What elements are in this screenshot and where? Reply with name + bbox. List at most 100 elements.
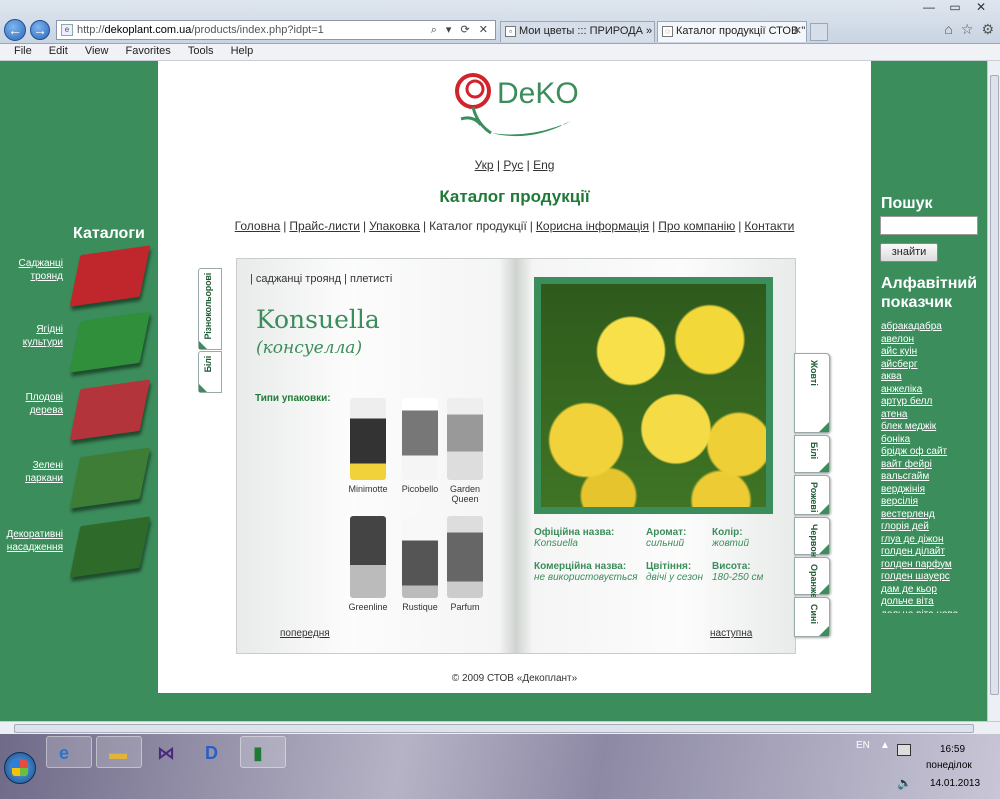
taskbar-app-5[interactable]: ▮ [240,736,286,768]
alphabet-item[interactable]: аква [881,371,981,384]
catalog-berries[interactable]: Ягідні культури [0,311,151,383]
book-tab-yellow[interactable]: Жовті [794,353,830,433]
clock-day[interactable]: понеділок [926,760,972,771]
menu-file[interactable]: File [14,44,32,59]
alphabet-item[interactable]: боніка [881,434,981,447]
catalog-label[interactable]: Декоративні насадження [6,528,63,554]
scroll-thumb[interactable] [990,75,999,695]
alphabet-item[interactable]: голден парфум [881,559,981,572]
menu-help[interactable]: Help [231,44,254,59]
scroll-thumb[interactable] [14,724,974,733]
catalog-green-fences[interactable]: Зелені паркани [0,447,151,519]
alphabet-item[interactable]: голден шауерс [881,571,981,584]
alphabet-item[interactable]: глуа де діжон [881,534,981,547]
taskbar-app-3[interactable]: ⋈ [144,736,190,768]
alphabet-item[interactable]: дам де кьор [881,584,981,597]
package-image[interactable] [350,398,386,480]
lang-rus-link[interactable]: Рус [503,158,523,172]
menu-favorites[interactable]: Favorites [126,44,171,59]
alphabet-item[interactable]: атена [881,409,981,422]
alphabet-item[interactable]: блек меджік [881,421,981,434]
book-tab-multicolor[interactable]: Різнокольорові [198,268,222,350]
alphabet-item[interactable]: артур белл [881,396,981,409]
settings-gear-icon[interactable]: ⚙ [981,21,994,37]
plant-photo[interactable] [541,284,766,507]
nav-packaging[interactable]: Упаковка [369,219,420,233]
clock-time[interactable]: 16:59 [940,744,965,755]
tray-expand-icon[interactable]: ▲ [880,740,890,751]
minimize-icon[interactable]: — [916,0,942,14]
book-breadcrumb[interactable]: | саджанці троянд | плетисті [250,273,392,285]
menu-view[interactable]: View [85,44,109,59]
catalog-fruit-trees[interactable]: Плодові дерева [0,379,151,451]
alphabet-item[interactable]: дольче віта нова [881,609,981,614]
clock-date[interactable]: 14.01.2013 [930,778,980,789]
alphabet-item[interactable]: айсберг [881,359,981,372]
alphabet-item[interactable]: анжеліка [881,384,981,397]
nav-home[interactable]: Головна [235,219,281,233]
pack-greenline[interactable]: Greenline [343,516,393,612]
nav-about[interactable]: Про компанію [658,219,735,233]
nav-prices[interactable]: Прайс-листи [289,219,360,233]
book-tab-white[interactable]: Білі [794,435,830,473]
network-icon[interactable] [897,744,911,756]
nav-info[interactable]: Корисна інформація [536,219,649,233]
alphabet-item[interactable]: версілія [881,496,981,509]
catalog-label[interactable]: Ягідні культури [23,323,63,349]
pack-minimotte[interactable]: Minimotte [343,398,393,494]
address-tools[interactable]: ⌕ ▾ ⟳ ✕ [431,21,491,39]
search-button[interactable]: знайти [880,243,938,262]
alphabet-item[interactable]: вальсгайм [881,471,981,484]
search-input[interactable] [880,216,978,235]
package-image[interactable] [350,516,386,598]
catalog-label[interactable]: Плодові дерева [26,391,63,417]
taskbar-ie[interactable]: e [46,736,92,768]
catalog-label[interactable]: Саджанці троянд [19,257,63,283]
horizontal-scrollbar[interactable] [0,721,1000,734]
alphabet-item[interactable]: авелон [881,334,981,347]
catalog-book-icon[interactable] [69,379,151,441]
package-image[interactable] [402,516,438,598]
package-image[interactable] [447,516,483,598]
pack-rustique[interactable]: Rustique [395,516,445,612]
browser-tab-2[interactable]: ◌ Каталог продукції СТОВ "... ✕ [657,21,807,42]
alphabet-item[interactable]: верджінія [881,484,981,497]
prev-page-link[interactable]: попередня [280,628,330,639]
book-tab-orange[interactable]: Оранжеві [794,557,830,606]
alphabet-item[interactable]: голден ділайт [881,546,981,559]
alphabet-item[interactable]: дольче віта [881,596,981,609]
favorites-star-icon[interactable]: ☆ [961,21,974,37]
package-image[interactable] [447,398,483,480]
package-image[interactable] [402,398,438,480]
book-tab-blue[interactable]: Сині [794,597,830,637]
catalog-decorative[interactable]: Декоративні насадження [0,516,151,588]
pack-picobello[interactable]: Picobello [395,398,445,494]
alphabet-item[interactable]: вайт фейрі [881,459,981,472]
alphabet-item[interactable]: айс куін [881,346,981,359]
address-bar[interactable]: e http://dekoplant.com.ua/products/index… [56,20,496,40]
alphabet-item[interactable]: абракадабра [881,321,981,334]
close-tab-icon[interactable]: ✕ [793,22,802,41]
menu-tools[interactable]: Tools [188,44,214,59]
alphabet-item[interactable]: глорія дей [881,521,981,534]
taskbar-explorer[interactable]: ▬ [96,736,142,768]
browser-tab-1[interactable]: ▫ Мои цветы ::: ПРИРОДА » Цв... [500,21,655,42]
maximize-icon[interactable]: ▭ [942,0,968,14]
alphabet-item[interactable]: вестерленд [881,509,981,522]
back-button[interactable]: ← [4,19,26,41]
catalog-label[interactable]: Зелені паркани [25,459,63,485]
start-button[interactable] [4,752,36,784]
lang-ukr-link[interactable]: Укр [475,158,494,172]
catalog-roses[interactable]: Саджанці троянд [0,245,151,317]
forward-button[interactable]: → [30,20,50,40]
catalog-book-icon[interactable] [69,447,151,509]
alphabet-item[interactable]: брідж оф сайт [881,446,981,459]
pack-garden-queen[interactable]: Garden Queen [440,398,490,504]
catalog-book-icon[interactable] [69,245,151,307]
book-tab-white-left[interactable]: Білі [198,351,222,393]
menu-edit[interactable]: Edit [49,44,68,59]
nav-catalog[interactable]: Каталог продукції [429,219,527,233]
lang-eng-link[interactable]: Eng [533,158,554,172]
nav-contacts[interactable]: Контакти [744,219,794,233]
catalog-book-icon[interactable] [69,311,151,373]
